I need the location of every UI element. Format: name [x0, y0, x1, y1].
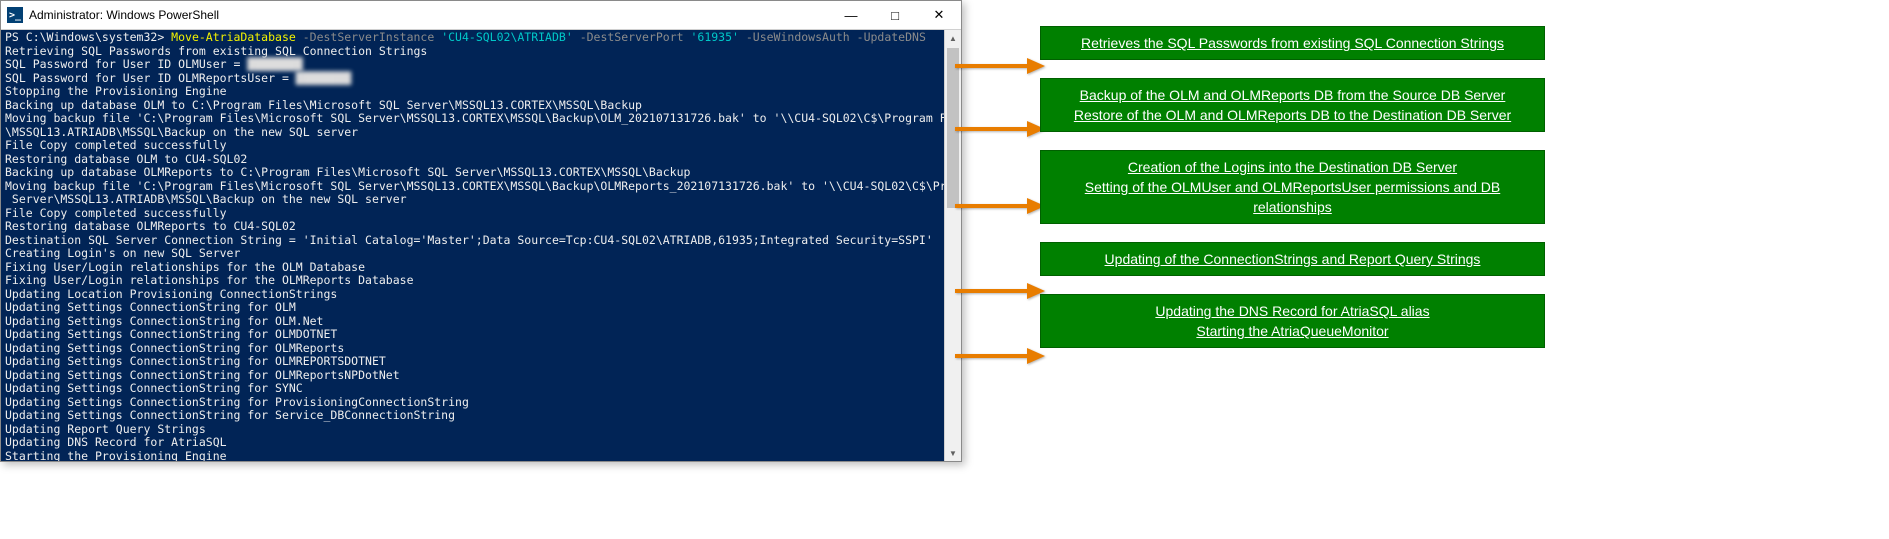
minimize-button[interactable]: — [829, 1, 873, 29]
output-line: Backing up database OLMReports to C:\Pro… [5, 166, 957, 180]
output-line: \MSSQL13.ATRIADB\MSSQL\Backup on the new… [5, 126, 957, 140]
scroll-thumb[interactable] [947, 48, 959, 208]
output-line: Updating Settings ConnectionString for P… [5, 396, 957, 410]
callout-line: Creation of the Logins into the Destinat… [1049, 157, 1536, 177]
scroll-down-arrow-icon[interactable]: ▼ [945, 445, 961, 461]
output-line: Updating Settings ConnectionString for O… [5, 355, 957, 369]
output-line: Updating Settings ConnectionString for O… [5, 315, 957, 329]
callout-box: Retrieves the SQL Passwords from existin… [1040, 26, 1545, 60]
callout-line: Restore of the OLM and OLMReports DB to … [1049, 105, 1536, 125]
param-destserverport: -DestServerPort [573, 30, 691, 44]
redacted-password: ████████ [296, 71, 351, 85]
redacted-password: ████████ [247, 57, 302, 71]
command-line: PS C:\Windows\system32> Move-AtriaDataba… [5, 31, 957, 45]
console-area[interactable]: PS C:\Windows\system32> Move-AtriaDataba… [1, 30, 961, 461]
output-line: Destination SQL Server Connection String… [5, 234, 957, 248]
powershell-icon-glyph: >_ [9, 10, 21, 21]
param-usewindowsauth: -UseWindowsAuth [739, 30, 850, 44]
console-output: PS C:\Windows\system32> Move-AtriaDataba… [1, 30, 961, 461]
output-line: Creating Login's on new SQL Server [5, 247, 957, 261]
maximize-button[interactable]: □ [873, 1, 917, 29]
prompt-path: PS C:\Windows\system32> [5, 30, 171, 44]
callout-arrow [955, 345, 1045, 367]
output-line: File Copy completed successfully [5, 207, 957, 221]
callout-arrow [955, 195, 1045, 217]
powershell-window: >_ Administrator: Windows PowerShell — □… [0, 0, 962, 462]
output-line: Fixing User/Login relationships for the … [5, 274, 957, 288]
window-titlebar[interactable]: >_ Administrator: Windows PowerShell — □… [1, 1, 961, 30]
callout-line: Setting of the OLMUser and OLMReportsUse… [1049, 177, 1536, 197]
value-destserverinstance: 'CU4-SQL02\ATRIADB' [441, 30, 573, 44]
callout-line: Updating the DNS Record for AtriaSQL ali… [1049, 301, 1536, 321]
output-line: Starting the Provisioning Engine [5, 450, 957, 462]
output-line: Updating Settings ConnectionString for S… [5, 409, 957, 423]
output-line: SQL Password for User ID OLMReportsUser … [5, 72, 957, 86]
output-line: Updating Settings ConnectionString for S… [5, 382, 957, 396]
output-line: Retrieving SQL Passwords from existing S… [5, 45, 957, 59]
output-line: SQL Password for User ID OLMUser = █████… [5, 58, 957, 72]
output-line: Updating DNS Record for AtriaSQL [5, 436, 957, 450]
param-updatedns: -UpdateDNS [850, 30, 926, 44]
callout-line: Updating of the ConnectionStrings and Re… [1049, 249, 1536, 269]
callout-line: relationships [1049, 197, 1536, 217]
output-line: Updating Location Provisioning Connectio… [5, 288, 957, 302]
output-line: Stopping the Provisioning Engine [5, 85, 957, 99]
cmdlet-name: Move-AtriaDatabase [171, 30, 296, 44]
output-line: Updating Settings ConnectionString for O… [5, 301, 957, 315]
param-destserverinstance: -DestServerInstance [296, 30, 441, 44]
callout-box: Backup of the OLM and OLMReports DB from… [1040, 78, 1545, 132]
output-text: SQL Password for User ID OLMReportsUser … [5, 71, 296, 85]
output-text: SQL Password for User ID OLMUser = [5, 57, 247, 71]
output-line: Backing up database OLM to C:\Program Fi… [5, 99, 957, 113]
callout-arrow [955, 55, 1045, 77]
close-button[interactable]: ✕ [917, 1, 961, 29]
output-line: Server\MSSQL13.ATRIADB\MSSQL\Backup on t… [5, 193, 957, 207]
vertical-scrollbar[interactable]: ▲ ▼ [944, 30, 961, 461]
callout-line: Retrieves the SQL Passwords from existin… [1049, 33, 1536, 53]
callout-stack: Retrieves the SQL Passwords from existin… [1040, 26, 1545, 348]
output-line: Updating Settings ConnectionString for O… [5, 369, 957, 383]
scroll-up-arrow-icon[interactable]: ▲ [945, 30, 961, 46]
output-line: Fixing User/Login relationships for the … [5, 261, 957, 275]
callout-line: Backup of the OLM and OLMReports DB from… [1049, 85, 1536, 105]
value-destserverport: '61935' [690, 30, 738, 44]
callout-arrow [955, 280, 1045, 302]
output-line: Restoring database OLM to CU4-SQL02 [5, 153, 957, 167]
callout-box: Updating of the ConnectionStrings and Re… [1040, 242, 1545, 276]
output-line: Updating Settings ConnectionString for O… [5, 328, 957, 342]
callout-box: Creation of the Logins into the Destinat… [1040, 150, 1545, 224]
callout-line: Starting the AtriaQueueMonitor [1049, 321, 1536, 341]
output-line: Updating Settings ConnectionString for O… [5, 342, 957, 356]
window-buttons: — □ ✕ [829, 1, 961, 29]
output-line: Moving backup file 'C:\Program Files\Mic… [5, 180, 957, 194]
powershell-icon: >_ [7, 7, 23, 23]
callout-box: Updating the DNS Record for AtriaSQL ali… [1040, 294, 1545, 348]
output-line: Moving backup file 'C:\Program Files\Mic… [5, 112, 957, 126]
window-title: Administrator: Windows PowerShell [29, 8, 829, 22]
output-line: Updating Report Query Strings [5, 423, 957, 437]
output-line: Restoring database OLMReports to CU4-SQL… [5, 220, 957, 234]
callout-arrow [955, 118, 1045, 140]
output-line: File Copy completed successfully [5, 139, 957, 153]
